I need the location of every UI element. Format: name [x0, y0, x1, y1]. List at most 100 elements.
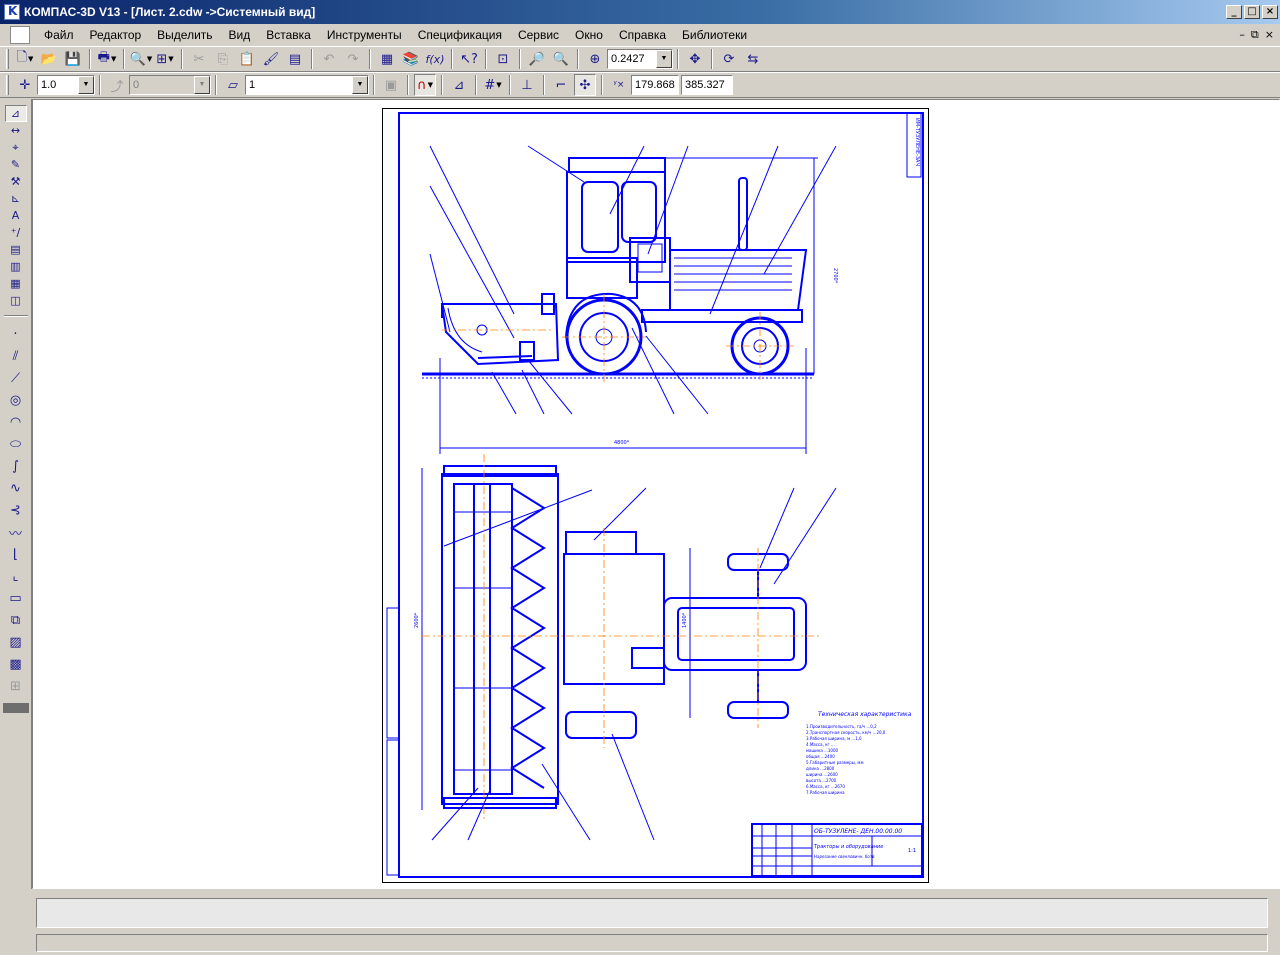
step-field[interactable]: 1.0 ▼ [37, 75, 95, 95]
print-icon[interactable]: 🖶 ▼ [96, 48, 118, 70]
copy-icon[interactable]: ⎘ [212, 48, 234, 70]
new-document-icon[interactable]: 🗋 ▼ [14, 48, 36, 70]
doc-close-button[interactable]: × [1265, 28, 1274, 42]
coord-x-field[interactable]: 179.868 [631, 75, 679, 95]
rectangle-tool-icon[interactable]: ▭ [5, 587, 27, 609]
reports-panel-icon[interactable]: ▥ [5, 258, 27, 275]
layer-field[interactable]: 1 ▼ [245, 75, 369, 95]
geometry-panel-icon[interactable]: ⊿ [4, 105, 27, 122]
menu-file[interactable]: Файл [36, 25, 82, 45]
editing-panel-icon[interactable]: ✎ [5, 156, 27, 173]
variables-icon[interactable]: f(x) [424, 48, 446, 70]
menu-help[interactable]: Справка [611, 25, 674, 45]
measure-panel-icon[interactable]: ⊾ [5, 190, 27, 207]
snap-magnet-icon[interactable]: ∩ ▼ [414, 74, 436, 96]
kompas-app-icon[interactable] [4, 4, 20, 20]
polyline-tool-icon[interactable]: ∫ [5, 455, 27, 477]
selection-panel-icon[interactable]: A [5, 207, 27, 224]
maximize-button[interactable]: □ [1244, 5, 1260, 19]
coordinates-icon[interactable]: ʸ× [608, 74, 630, 96]
ortho-icon[interactable]: ⊿ [448, 74, 470, 96]
angle-field: 0 ▼ [129, 75, 211, 95]
drawing-sheet: ИМ-ТУЗУЛЕНЕ-ЗАЧ 2700* 4800* 2600* 1400* … [382, 108, 929, 883]
menu-specification[interactable]: Спецификация [410, 25, 510, 45]
zoom-in-icon[interactable]: 🔍 [550, 48, 572, 70]
help-icon[interactable]: ↖? [458, 48, 480, 70]
menu-insert[interactable]: Вставка [258, 25, 319, 45]
menu-select[interactable]: Выделить [149, 25, 220, 45]
designations-panel-icon[interactable]: ⌖ [5, 139, 27, 156]
paste-icon[interactable]: 📋 [236, 48, 258, 70]
redraw-icon[interactable]: ⇆ [742, 48, 764, 70]
dimensions-panel-icon[interactable]: ↔ [5, 122, 27, 139]
coord-y-field[interactable]: 385.327 [681, 75, 733, 95]
layer-dropdown-icon[interactable]: ▼ [352, 76, 368, 94]
fill-tool-icon[interactable]: ▩ [5, 653, 27, 675]
drawing-canvas[interactable]: ИМ-ТУЗУЛЕНЕ-ЗАЧ 2700* 4800* 2600* 1400* … [32, 99, 1280, 889]
cut-icon[interactable]: ✂ [188, 48, 210, 70]
doc-minimize-button[interactable]: – [1239, 28, 1245, 42]
compact-panel: ⊿ ↔ ⌖ ✎ ⚒ ⊾ A ⁺∕ ▤ ▥ ▦ ◫ · ⫽ ⟋ ◎ ◠ ⬭ ∫ ∿… [0, 99, 32, 889]
save-icon[interactable]: 💾 [62, 48, 84, 70]
arc-tool-icon[interactable]: ◠ [5, 411, 27, 433]
associative-panel-icon[interactable]: ⁺∕ [5, 224, 27, 241]
open-icon[interactable]: 📂 [38, 48, 60, 70]
format-brush-icon[interactable]: 🖌 [260, 48, 282, 70]
zoom-out-icon[interactable]: 🔎 [526, 48, 548, 70]
pan-icon[interactable]: ✥ [684, 48, 706, 70]
fragments-panel-icon[interactable]: ◫ [5, 292, 27, 309]
undo-icon[interactable]: ↶ [318, 48, 340, 70]
chamfer-tool-icon[interactable]: ⌊ [5, 543, 27, 565]
ellipse-tool-icon[interactable]: ⬭ [5, 433, 27, 455]
menu-view[interactable]: Вид [221, 25, 259, 45]
auxiliary-line-icon[interactable]: ⫽ [5, 345, 27, 367]
menu-libraries[interactable]: Библиотеки [674, 25, 755, 45]
menu-service[interactable]: Сервис [510, 25, 567, 45]
cursor-snap-icon[interactable]: ✣ [574, 74, 596, 96]
preview-icon[interactable]: 🔍 ▼ [130, 48, 153, 70]
menu-tools[interactable]: Инструменты [319, 25, 410, 45]
contour-tool-icon[interactable]: ⊰ [5, 499, 27, 521]
spec-line: длина ...2800 [806, 766, 835, 771]
equidistant-tool-icon[interactable]: ⧉ [5, 609, 27, 631]
text-icon[interactable]: ▤ [284, 48, 306, 70]
menu-window[interactable]: Окно [567, 25, 611, 45]
zoom-field[interactable]: 0.2427 ▼ [607, 49, 673, 69]
spec-line: 5.Габаритные размеры, мм [806, 760, 863, 765]
properties-icon[interactable]: ⊞ ▼ [154, 48, 176, 70]
stamp-text: ИМ-ТУЗУЛЕНЕ-ЗАЧ [914, 118, 920, 166]
segment-tool-icon[interactable]: ⟋ [5, 367, 27, 389]
manager-icon[interactable]: ▦ [376, 48, 398, 70]
zoom-dropdown-icon[interactable]: ▼ [656, 50, 672, 68]
spec-panel-icon[interactable]: ▤ [5, 241, 27, 258]
menu-editor[interactable]: Редактор [82, 25, 150, 45]
step-value: 1.0 [41, 79, 57, 91]
collection-tool-icon[interactable]: ⊞ [5, 675, 27, 697]
layers-icon[interactable]: ▱ [222, 74, 244, 96]
doc-restore-button[interactable]: ⧉ [1251, 28, 1259, 42]
hatch-tool-icon[interactable]: ▨ [5, 631, 27, 653]
point-tool-icon[interactable]: · [5, 323, 27, 345]
zoom-scale-icon[interactable]: ⊕ [584, 48, 606, 70]
panel-scroll-handle[interactable] [2, 703, 29, 713]
library-icon[interactable]: 📚 [400, 48, 422, 70]
step-dropdown-icon[interactable]: ▼ [78, 76, 94, 94]
zoom-window-icon[interactable]: ⊡ [492, 48, 514, 70]
spec-line: машина ...1000 [806, 748, 839, 753]
fillet-tool-icon[interactable]: ⌞ [5, 565, 27, 587]
redo-icon[interactable]: ↷ [342, 48, 364, 70]
grid-step-icon[interactable]: ✛ [14, 74, 36, 96]
insertion-panel-icon[interactable]: ▦ [5, 275, 27, 292]
close-button[interactable]: × [1262, 5, 1278, 19]
bezier-tool-icon[interactable]: 〰 [5, 521, 27, 543]
ortho-mode-icon[interactable]: ⌐ [550, 74, 572, 96]
local-cs-icon[interactable]: ⊥ [516, 74, 538, 96]
title-block-sheet: 1:1 [908, 848, 916, 854]
minimize-button[interactable]: _ [1226, 5, 1242, 19]
spline-tool-icon[interactable]: ∿ [5, 477, 27, 499]
parametrization-panel-icon[interactable]: ⚒ [5, 173, 27, 190]
circle-tool-icon[interactable]: ◎ [5, 389, 27, 411]
refresh-icon[interactable]: ⟳ [718, 48, 740, 70]
document-icon[interactable] [10, 26, 30, 44]
grid-icon[interactable]: # ▼ [482, 74, 504, 96]
